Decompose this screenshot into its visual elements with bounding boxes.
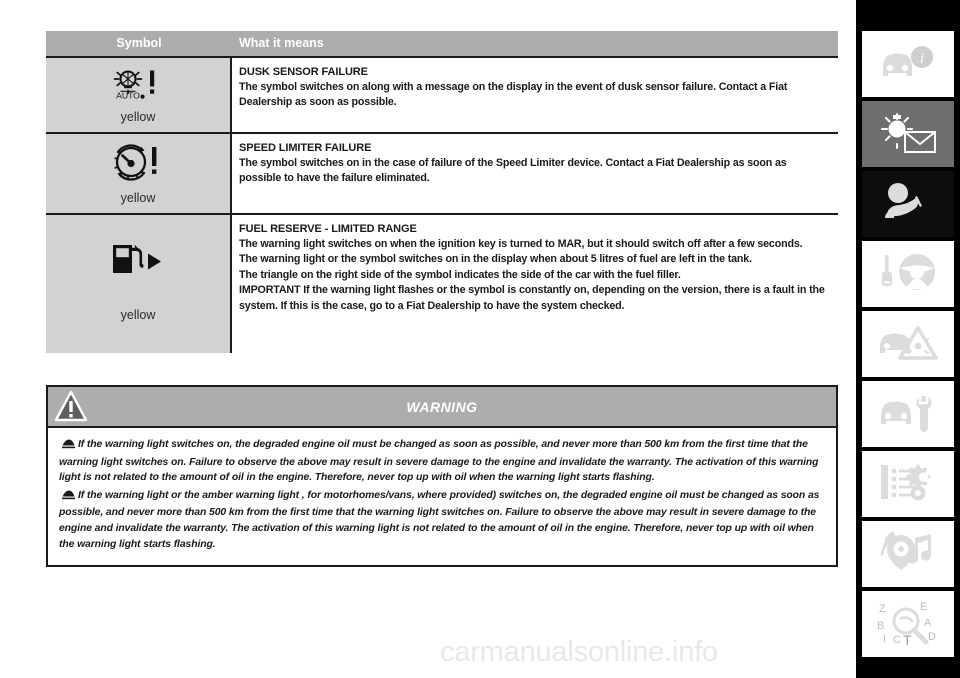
svg-text:I: I bbox=[883, 633, 886, 645]
warning-paragraph: If the warning light switches on, the de… bbox=[59, 437, 825, 486]
media-audio-icon bbox=[877, 530, 939, 579]
svg-text:B: B bbox=[877, 620, 884, 632]
svg-text:AUTO: AUTO bbox=[116, 90, 140, 100]
sidebar-item-alphabetical-index[interactable]: ZB IC T EA D bbox=[862, 591, 954, 657]
oil-degradation-icon bbox=[61, 438, 76, 455]
sidebar-item-safety[interactable] bbox=[862, 171, 954, 237]
svg-text:A: A bbox=[924, 617, 932, 629]
meaning-cell: FUEL RESERVE - LIMITED RANGE The warning… bbox=[232, 215, 838, 353]
sidebar-item-dashboard-and-controls[interactable]: i bbox=[862, 31, 954, 97]
list-gear-icon bbox=[876, 460, 940, 509]
warning-box-header: WARNING bbox=[48, 387, 836, 428]
index-magnifier-icon: ZB IC T EA D bbox=[876, 598, 940, 651]
column-header-meaning: What it means bbox=[232, 31, 838, 56]
symbol-cell: yellow bbox=[46, 134, 232, 213]
svg-text:D: D bbox=[928, 631, 936, 643]
svg-text:i: i bbox=[920, 51, 924, 67]
manual-page: Symbol What it means AUTO yellow DUSK SE… bbox=[0, 0, 960, 678]
warning-description-line: The warning light or the symbol switches… bbox=[239, 253, 752, 266]
speed-limiter-failure-icon bbox=[108, 142, 168, 187]
symbol-color-label: yellow bbox=[120, 191, 156, 205]
section-navigation-sidebar: i Z B I C T E A D bbox=[856, 0, 960, 678]
sidebar-item-multimedia[interactable] bbox=[862, 521, 954, 587]
fuel-reserve-icon bbox=[107, 241, 169, 282]
warning-light-message-icon bbox=[877, 110, 939, 159]
table-row: yellow FUEL RESERVE - LIMITED RANGE The … bbox=[46, 213, 838, 353]
oil-degradation-icon bbox=[61, 489, 76, 506]
page-content: Symbol What it means AUTO yellow DUSK SE… bbox=[0, 0, 856, 678]
warning-title: DUSK SENSOR FAILURE bbox=[239, 66, 368, 78]
symbol-color-label: yellow bbox=[120, 109, 156, 124]
warning-paragraph: If the warning light or the amber warnin… bbox=[59, 488, 825, 552]
car-hazard-triangle-icon bbox=[876, 320, 940, 369]
symbol-cell: AUTO yellow bbox=[46, 58, 232, 132]
symbol-color-label: yellow bbox=[120, 308, 156, 322]
sidebar-item-maintenance-and-care[interactable] bbox=[862, 381, 954, 447]
warning-title: SPEED LIMITER FAILURE bbox=[239, 142, 372, 154]
symbol-cell: yellow bbox=[46, 215, 232, 353]
table-row: AUTO yellow DUSK SENSOR FAILURE The symb… bbox=[46, 56, 838, 132]
meaning-cell: DUSK SENSOR FAILURE The symbol switches … bbox=[232, 58, 838, 132]
warning-paragraph-text: If the warning light switches on, the de… bbox=[59, 439, 819, 484]
table-header-row: Symbol What it means bbox=[46, 31, 838, 56]
sidebar-item-warning-lights-and-messages[interactable] bbox=[862, 101, 954, 167]
svg-text:E: E bbox=[920, 601, 927, 613]
meaning-cell: SPEED LIMITER FAILURE The symbol switche… bbox=[232, 134, 838, 213]
car-info-icon: i bbox=[877, 41, 939, 88]
sidebar-item-in-an-emergency[interactable] bbox=[862, 311, 954, 377]
sidebar-item-technical-specifications[interactable] bbox=[862, 451, 954, 517]
dusk-sensor-failure-icon: AUTO bbox=[110, 67, 166, 106]
warning-box-title: WARNING bbox=[406, 398, 478, 415]
warning-description: The symbol switches on along with a mess… bbox=[239, 81, 788, 109]
watermark: carmanualsonline.info bbox=[440, 636, 718, 668]
key-steering-wheel-icon bbox=[876, 250, 940, 299]
warning-triangle-icon bbox=[54, 390, 88, 428]
table-row: yellow SPEED LIMITER FAILURE The symbol … bbox=[46, 132, 838, 213]
sidebar-item-starting-and-driving[interactable] bbox=[862, 241, 954, 307]
warning-title: FUEL RESERVE - LIMITED RANGE bbox=[239, 223, 417, 235]
car-wrench-icon bbox=[876, 390, 940, 439]
warning-paragraph-text: If the warning light or the amber warnin… bbox=[59, 489, 820, 550]
warning-description-line: The warning light switches on when the i… bbox=[239, 238, 803, 250]
warning-box: WARNING If the warning light switches on… bbox=[46, 385, 838, 568]
svg-text:Z: Z bbox=[879, 603, 886, 615]
warning-description-line: The triangle on the right side of the sy… bbox=[239, 268, 681, 281]
child-safety-icon bbox=[877, 180, 939, 229]
warning-description: The symbol switches on in the case of fa… bbox=[239, 157, 787, 185]
warning-box-body: If the warning light switches on, the de… bbox=[48, 428, 836, 566]
symbol-table: Symbol What it means AUTO yellow DUSK SE… bbox=[46, 31, 838, 353]
svg-text:C: C bbox=[893, 634, 901, 646]
column-header-symbol: Symbol bbox=[46, 31, 232, 56]
warning-description-line: IMPORTANT If the warning light flashes o… bbox=[239, 284, 825, 312]
